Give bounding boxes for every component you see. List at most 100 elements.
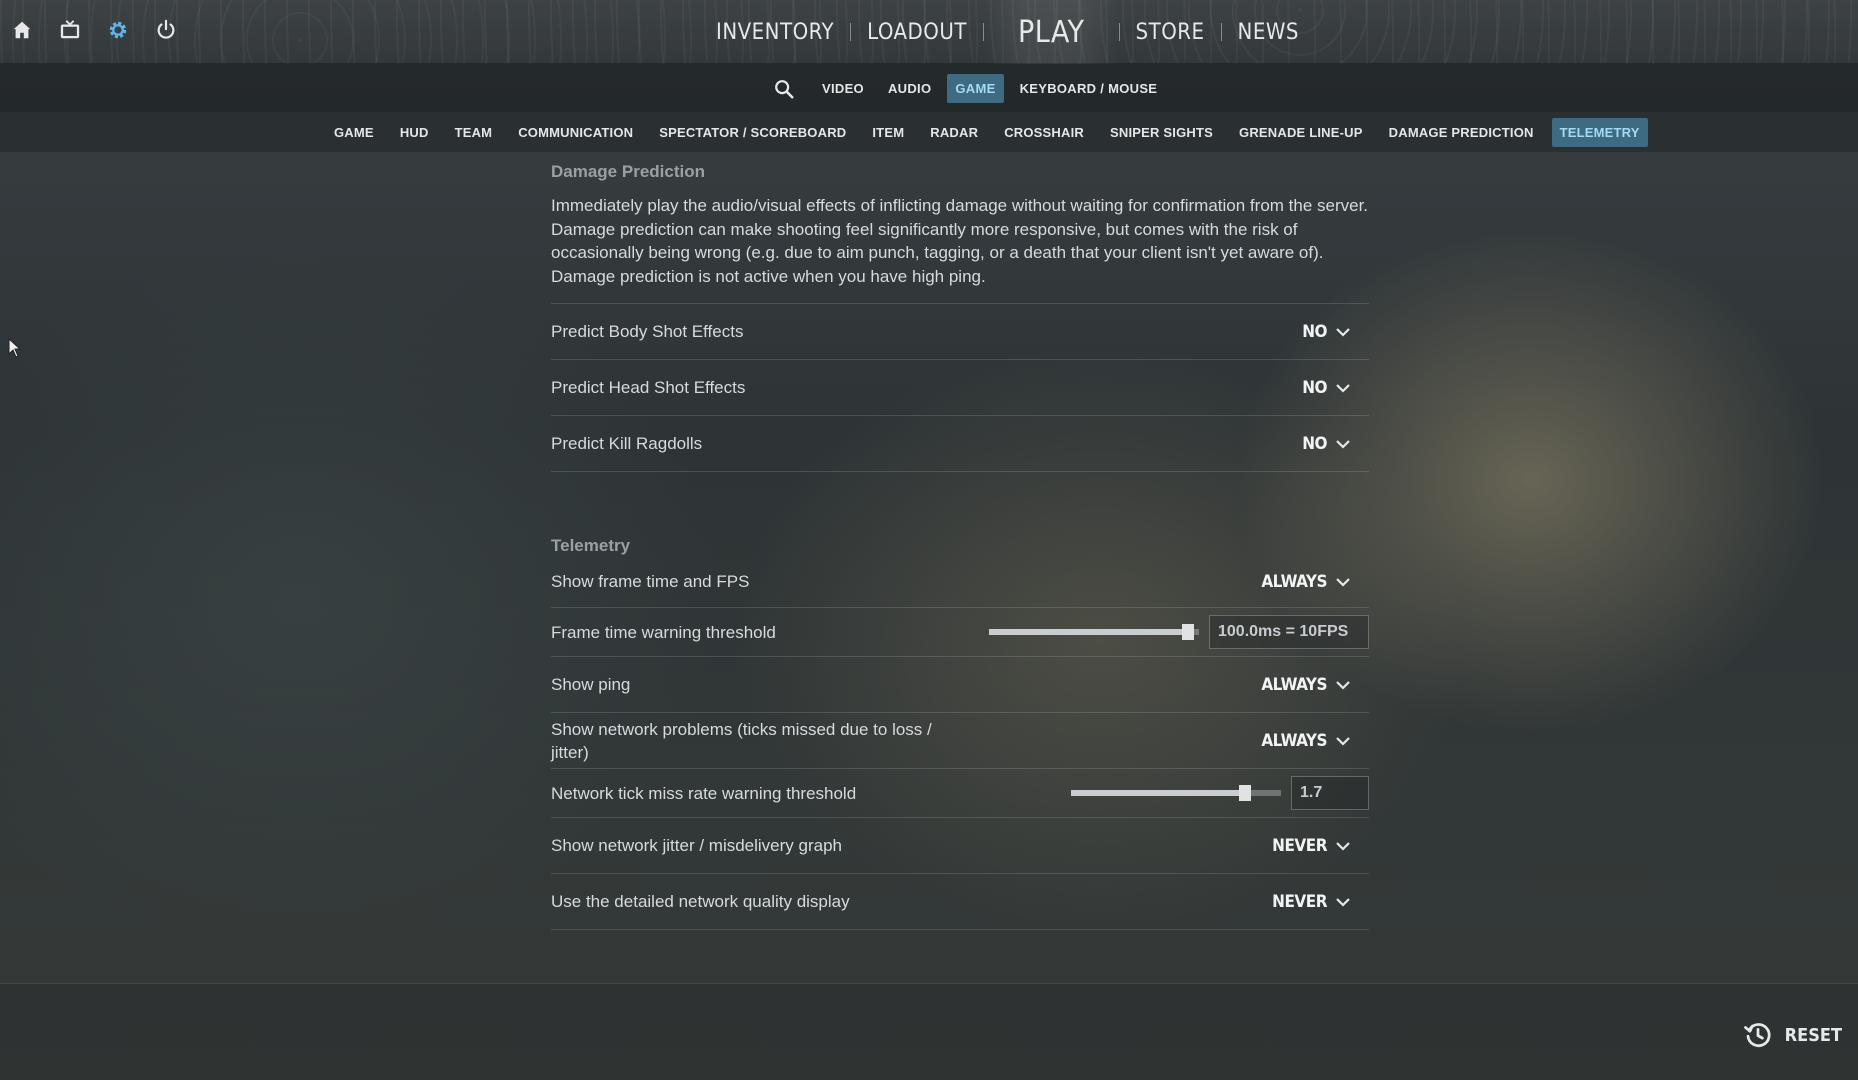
tick-miss-slider-group: 1.7 <box>1071 776 1369 810</box>
setting-row-predict-body-shot: Predict Body Shot Effects NO <box>551 304 1369 360</box>
nav-store[interactable]: STORE <box>1120 0 1221 64</box>
slider-fill <box>989 629 1189 635</box>
reset-history-icon <box>1743 1023 1771 1048</box>
top-bar: INVENTORY LOADOUT PLAY STORE NEWS <box>0 0 1858 64</box>
home-button[interactable] <box>10 16 34 44</box>
predict-head-shot-dropdown[interactable]: NO <box>1302 378 1369 398</box>
tab-game[interactable]: GAME <box>947 74 1004 103</box>
setting-label: Show frame time and FPS <box>551 572 750 591</box>
cat-tab-item[interactable]: ITEM <box>864 118 912 147</box>
gear-icon <box>109 21 127 39</box>
power-button[interactable] <box>154 16 178 44</box>
setting-row-show-fps: Show frame time and FPS ALWAYS <box>551 556 1369 608</box>
tv-button[interactable] <box>58 16 82 44</box>
tv-icon <box>60 20 80 39</box>
slider-handle[interactable] <box>1182 624 1194 640</box>
system-icons <box>10 16 178 44</box>
cat-tab-hud[interactable]: HUD <box>392 118 437 147</box>
chevron-down-icon <box>1335 677 1351 693</box>
chevron-down-icon <box>1335 733 1351 749</box>
setting-label: Show network problems (ticks missed due … <box>551 719 932 762</box>
settings-tabs-bar: VIDEO AUDIO GAME KEYBOARD / MOUSE <box>0 64 1858 112</box>
dropdown-value: NO <box>1302 433 1327 454</box>
cat-tab-damage-prediction[interactable]: DAMAGE PREDICTION <box>1381 118 1542 147</box>
setting-label: Frame time warning threshold <box>551 622 776 642</box>
power-icon <box>157 19 175 39</box>
setting-row-jitter-graph: Show network jitter / misdelivery graph … <box>551 818 1369 874</box>
tab-audio[interactable]: AUDIO <box>880 74 939 103</box>
setting-label: Use the detailed network quality display <box>551 892 850 911</box>
cat-tab-telemetry[interactable]: TELEMETRY <box>1551 118 1648 147</box>
cat-tab-team[interactable]: TEAM <box>447 118 501 147</box>
setting-label: Show network jitter / misdelivery graph <box>551 836 843 855</box>
cat-tab-grenade-line-up[interactable]: GRENADE LINE-UP <box>1231 118 1371 147</box>
mouse-cursor-icon <box>8 337 22 362</box>
setting-row-detailed-network-quality: Use the detailed network quality display… <box>551 874 1369 930</box>
damage-prediction-description: Immediately play the audio/visual effect… <box>551 196 1369 286</box>
setting-row-show-network-problems: Show network problems (ticks missed due … <box>551 713 1369 769</box>
predict-kill-ragdolls-dropdown[interactable]: NO <box>1302 434 1369 454</box>
jitter-graph-dropdown[interactable]: NEVER <box>1272 836 1369 856</box>
frame-time-value-input[interactable]: 100.0ms = 10FPS <box>1209 615 1369 649</box>
slider-fill <box>1071 790 1245 796</box>
dropdown-value: ALWAYS <box>1261 674 1327 695</box>
cat-tab-game[interactable]: GAME <box>326 118 382 147</box>
reset-button[interactable]: RESET <box>1743 1020 1842 1050</box>
chevron-down-icon <box>1335 436 1351 452</box>
nav-news[interactable]: NEWS <box>1222 0 1315 64</box>
dropdown-value: ALWAYS <box>1261 571 1327 592</box>
setting-row-predict-head-shot: Predict Head Shot Effects NO <box>551 360 1369 416</box>
home-icon <box>13 21 31 39</box>
cat-tab-radar[interactable]: RADAR <box>922 118 986 147</box>
search-icon <box>775 79 794 99</box>
show-fps-dropdown[interactable]: ALWAYS <box>1261 572 1369 592</box>
setting-label: Predict Kill Ragdolls <box>551 434 703 453</box>
slider-handle[interactable] <box>1239 785 1251 801</box>
cat-tab-sniper-sights[interactable]: SNIPER SIGHTS <box>1102 118 1221 147</box>
section-title-damage-prediction: Damage Prediction <box>551 162 705 181</box>
tick-miss-value-input[interactable]: 1.7 <box>1291 776 1369 810</box>
dropdown-value: NEVER <box>1272 891 1327 912</box>
cat-tab-spectator-scoreboard[interactable]: SPECTATOR / SCOREBOARD <box>651 118 854 147</box>
setting-label: Show ping <box>551 675 631 694</box>
chevron-down-icon <box>1335 838 1351 854</box>
dropdown-value: NO <box>1302 321 1327 342</box>
cat-tab-communication[interactable]: COMMUNICATION <box>510 118 641 147</box>
chevron-down-icon <box>1335 574 1351 590</box>
setting-label: Predict Body Shot Effects <box>551 322 744 341</box>
nav-loadout[interactable]: LOADOUT <box>851 0 983 64</box>
predict-body-shot-dropdown[interactable]: NO <box>1302 322 1369 342</box>
dropdown-value: NEVER <box>1272 835 1327 856</box>
setting-row-tick-miss-threshold: Network tick miss rate warning threshold… <box>551 769 1369 818</box>
setting-label: Predict Head Shot Effects <box>551 378 746 397</box>
setting-row-show-ping: Show ping ALWAYS <box>551 657 1369 713</box>
reset-label: RESET <box>1784 1024 1842 1046</box>
chevron-down-icon <box>1335 894 1351 910</box>
main-nav: INVENTORY LOADOUT PLAY STORE NEWS <box>700 0 1315 64</box>
show-ping-dropdown[interactable]: ALWAYS <box>1261 675 1369 695</box>
section-title-telemetry: Telemetry <box>551 536 631 555</box>
cat-tab-crosshair[interactable]: CROSSHAIR <box>996 118 1092 147</box>
setting-row-frame-time-warning: Frame time warning threshold 100.0ms = 1… <box>551 608 1369 657</box>
setting-label: Network tick miss rate warning threshold <box>551 783 857 803</box>
tab-keyboard-mouse[interactable]: KEYBOARD / MOUSE <box>1012 74 1166 103</box>
setting-row-predict-kill-ragdolls: Predict Kill Ragdolls NO <box>551 416 1369 472</box>
show-network-problems-dropdown[interactable]: ALWAYS <box>1261 731 1369 751</box>
bottom-bar: RESET <box>0 983 1858 1080</box>
nav-play[interactable]: PLAY <box>983 0 1119 64</box>
chevron-down-icon <box>1335 380 1351 396</box>
settings-button[interactable] <box>106 16 130 44</box>
chevron-down-icon <box>1335 324 1351 340</box>
dropdown-value: ALWAYS <box>1261 730 1327 751</box>
divider <box>551 288 1369 304</box>
category-tabs-bar: GAME HUD TEAM COMMUNICATION SPECTATOR / … <box>0 112 1858 152</box>
settings-content: Damage Prediction Immediately play the a… <box>551 152 1369 930</box>
nav-inventory[interactable]: INVENTORY <box>700 0 850 64</box>
dropdown-value: NO <box>1302 377 1327 398</box>
tick-miss-slider[interactable] <box>1071 785 1281 801</box>
tab-video[interactable]: VIDEO <box>814 74 872 103</box>
settings-search-button[interactable] <box>770 75 798 103</box>
detailed-network-quality-dropdown[interactable]: NEVER <box>1272 892 1369 912</box>
frame-time-slider-group: 100.0ms = 10FPS <box>989 615 1369 649</box>
frame-time-slider[interactable] <box>989 624 1199 640</box>
